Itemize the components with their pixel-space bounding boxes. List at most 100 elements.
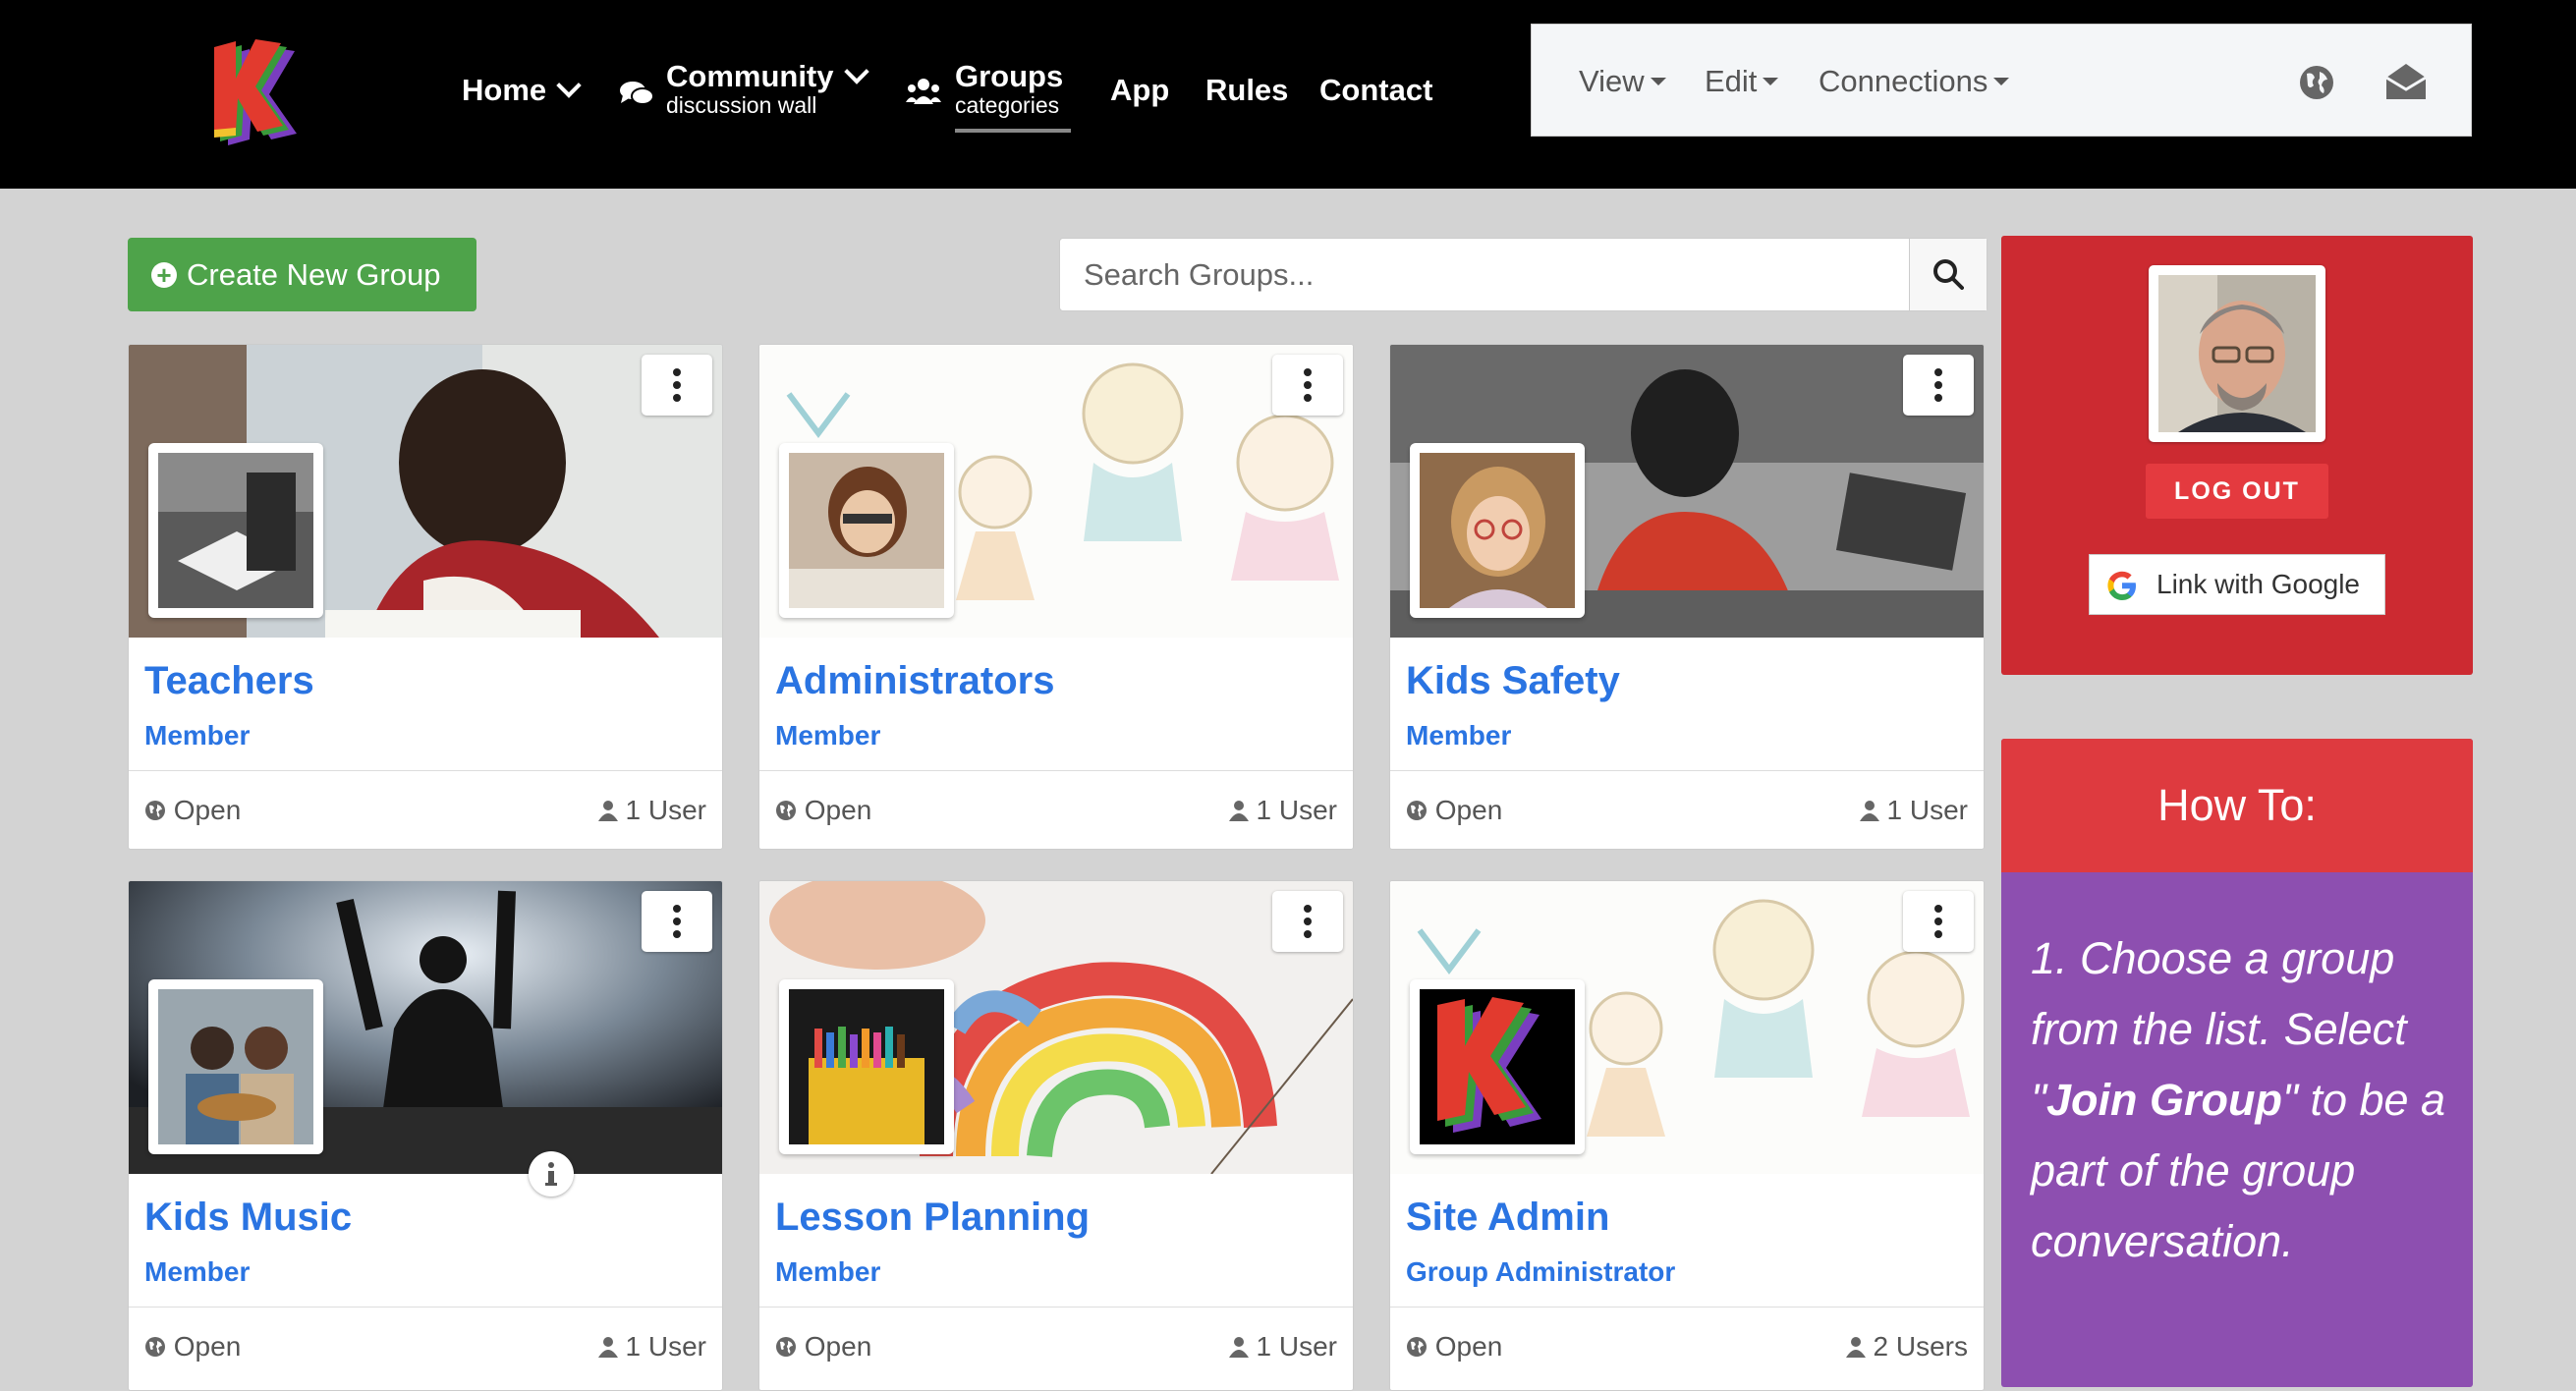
group-role: Group Administrator <box>1406 1256 1676 1287</box>
card-divider <box>759 1307 1353 1308</box>
create-group-label: Create New Group <box>187 257 441 292</box>
group-status: Open <box>1406 1331 1502 1363</box>
globe-icon[interactable] <box>2298 64 2335 106</box>
globe-icon <box>776 1337 796 1357</box>
group-status-label: Open <box>173 795 242 825</box>
card-divider <box>1390 1307 1984 1308</box>
group-status-label: Open <box>804 1331 872 1362</box>
caret-down-icon <box>1650 78 1666 85</box>
group-thumbnail <box>148 443 323 618</box>
search-button[interactable] <box>1909 239 1987 310</box>
group-options-button[interactable] <box>1903 891 1974 952</box>
site-logo[interactable] <box>206 37 305 145</box>
how-to-instructions: 1. Choose a group from the list. Select … <box>2031 923 2453 1277</box>
caret-down-icon <box>1763 78 1779 85</box>
card-divider <box>129 1307 722 1308</box>
globe-icon <box>145 1337 165 1357</box>
group-role: Member <box>144 1256 251 1287</box>
caret-down-icon <box>1993 78 2010 85</box>
group-user-count-label: 1 User <box>625 795 706 825</box>
group-options-button[interactable] <box>1903 355 1974 416</box>
group-status-label: Open <box>173 1331 242 1362</box>
chevron-down-icon <box>843 59 869 84</box>
group-title[interactable]: Administrators <box>775 659 1055 703</box>
active-nav-underline <box>955 129 1071 133</box>
search-input[interactable] <box>1060 239 1911 310</box>
nav-home-label: Home <box>462 73 547 107</box>
nav-groups[interactable]: Groups categories <box>906 59 1071 133</box>
group-card-administrators[interactable]: Administrators Member Open 1 User <box>758 344 1354 850</box>
user-icon <box>1228 1337 1249 1358</box>
group-card-kids-safety[interactable]: Kids Safety Member Open 1 User <box>1389 344 1985 850</box>
nav-rules[interactable]: Rules <box>1205 73 1288 108</box>
nav-groups-label: Groups <box>955 59 1064 93</box>
group-title[interactable]: Kids Safety <box>1406 659 1620 703</box>
envelope-open-icon[interactable] <box>2384 60 2428 106</box>
globe-icon <box>145 801 165 820</box>
connections-menu[interactable]: Connections <box>1819 64 2010 99</box>
users-icon <box>1845 1337 1866 1358</box>
group-title[interactable]: Teachers <box>144 659 314 703</box>
group-user-count-label: 2 Users <box>1873 1331 1968 1362</box>
group-user-count-label: 1 User <box>625 1331 706 1362</box>
group-title[interactable]: Lesson Planning <box>775 1196 1090 1240</box>
nav-groups-sublabel: categories <box>955 92 1060 118</box>
card-divider <box>1390 770 1984 771</box>
group-options-button[interactable] <box>642 355 712 416</box>
edit-menu[interactable]: Edit <box>1705 64 1779 99</box>
group-user-count: 1 User <box>1859 795 1968 826</box>
group-role: Member <box>144 720 251 751</box>
avatar[interactable] <box>2149 265 2325 442</box>
group-card-site-admin[interactable]: Site Admin Group Administrator Open 2 Us… <box>1389 880 1985 1391</box>
group-user-count: 1 User <box>597 795 706 826</box>
nav-contact[interactable]: Contact <box>1319 73 1432 108</box>
group-options-button[interactable] <box>1272 891 1343 952</box>
group-status: Open <box>1406 795 1502 826</box>
group-role: Member <box>775 720 881 751</box>
how-to-step-emphasis: Join Group <box>2045 1075 2282 1125</box>
group-status-label: Open <box>1434 795 1503 825</box>
create-group-button[interactable]: + Create New Group <box>128 238 476 311</box>
card-divider <box>129 770 722 771</box>
group-options-button[interactable] <box>1272 355 1343 416</box>
google-icon <box>2107 571 2136 600</box>
how-to-heading: How To: <box>2001 739 2473 872</box>
nav-app[interactable]: App <box>1110 73 1169 108</box>
group-status-label: Open <box>1434 1331 1503 1362</box>
view-menu-label: View <box>1579 64 1645 98</box>
group-status: Open <box>775 795 871 826</box>
info-icon[interactable] <box>529 1151 574 1196</box>
group-title[interactable]: Site Admin <box>1406 1196 1609 1240</box>
user-icon <box>597 1337 618 1358</box>
globe-icon <box>1407 1337 1427 1357</box>
chevron-down-icon <box>556 73 582 98</box>
user-toolbar: View Edit Connections <box>1531 24 2472 137</box>
group-user-count-label: 1 User <box>1886 795 1968 825</box>
group-thumbnail <box>779 979 954 1154</box>
group-status: Open <box>144 1331 241 1363</box>
search-icon <box>1933 259 1964 290</box>
link-google-button[interactable]: Link with Google <box>2089 554 2385 615</box>
group-options-button[interactable] <box>642 891 712 952</box>
user-icon <box>1228 801 1249 821</box>
logout-button[interactable]: LOG OUT <box>2146 464 2328 519</box>
nav-community[interactable]: Community discussion wall <box>619 59 869 119</box>
edit-menu-label: Edit <box>1705 64 1758 98</box>
users-icon <box>906 79 941 104</box>
group-user-count-label: 1 User <box>1256 1331 1337 1362</box>
group-card-kids-music[interactable]: Kids Music Member Open 1 User <box>128 880 723 1391</box>
group-card-lesson-planning[interactable]: Lesson Planning Member Open 1 User <box>758 880 1354 1391</box>
user-icon <box>597 801 618 821</box>
connections-menu-label: Connections <box>1819 64 1988 98</box>
group-status: Open <box>775 1331 871 1363</box>
search-groups <box>1059 238 1988 311</box>
group-role: Member <box>775 1256 881 1287</box>
group-title[interactable]: Kids Music <box>144 1196 352 1240</box>
card-divider <box>759 770 1353 771</box>
nav-home[interactable]: Home <box>462 73 582 108</box>
plus-circle-icon: + <box>151 261 177 288</box>
comments-icon <box>620 82 654 105</box>
how-to-panel: How To: 1. Choose a group from the list.… <box>2001 739 2473 1387</box>
view-menu[interactable]: View <box>1579 64 1666 99</box>
group-card-teachers[interactable]: Teachers Member Open 1 User <box>128 344 723 850</box>
